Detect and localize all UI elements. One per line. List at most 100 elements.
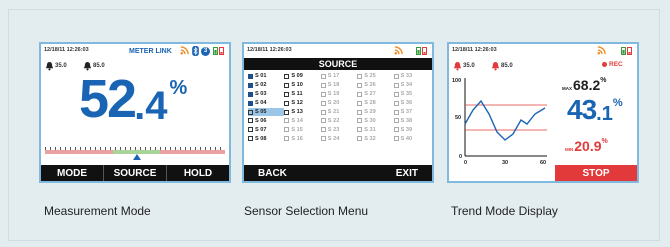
sensor-option[interactable]: S 08 — [248, 134, 284, 143]
sensor-checkbox[interactable] — [248, 82, 253, 88]
sensor-option[interactable]: S 14 — [284, 116, 320, 125]
sensor-option[interactable]: S 16 — [284, 134, 320, 143]
sensor-option[interactable]: S 02 — [248, 81, 284, 90]
sensor-option[interactable]: S 15 — [284, 125, 320, 134]
sensor-checkbox[interactable] — [248, 100, 253, 106]
sensor-option[interactable]: S 30 — [357, 116, 393, 125]
sensor-checkbox[interactable] — [357, 118, 363, 124]
sensor-checkbox[interactable] — [393, 91, 399, 97]
sensor-checkbox[interactable] — [284, 118, 290, 124]
sensor-checkbox[interactable] — [248, 136, 253, 142]
sensor-checkbox[interactable] — [357, 127, 363, 133]
sensor-option[interactable]: S 38 — [393, 116, 430, 125]
sensor-checkbox[interactable] — [320, 91, 326, 97]
sensor-option[interactable]: S 28 — [357, 99, 393, 108]
sensor-option[interactable]: S 06 — [248, 116, 284, 125]
sensor-checkbox[interactable] — [248, 73, 253, 79]
sensor-option[interactable]: S 23 — [320, 125, 357, 134]
sensor-option[interactable]: S 10 — [284, 81, 320, 90]
sensor-label: S 40 — [400, 135, 413, 142]
sensor-checkbox[interactable] — [357, 109, 363, 115]
sensor-checkbox[interactable] — [284, 100, 290, 106]
sensor-checkbox[interactable] — [284, 136, 290, 142]
sensor-checkbox[interactable] — [320, 100, 326, 106]
back-button[interactable]: BACK — [244, 165, 338, 181]
sensor-option[interactable]: S 35 — [393, 90, 430, 99]
sensor-option[interactable]: S 33 — [393, 72, 430, 81]
alarm-high-value: 85.0 — [501, 63, 513, 69]
sensor-label: S 14 — [291, 117, 303, 124]
sensor-checkbox[interactable] — [284, 73, 290, 79]
sensor-label: S 27 — [364, 91, 376, 98]
source-button[interactable]: SOURCE — [103, 165, 166, 181]
sensor-checkbox[interactable] — [357, 73, 363, 79]
sensor-checkbox[interactable] — [320, 73, 326, 79]
hold-button[interactable]: HOLD — [166, 165, 229, 181]
sensor-option[interactable]: S 34 — [393, 81, 430, 90]
sensor-option[interactable]: S 32 — [357, 134, 393, 143]
sensor-checkbox[interactable] — [393, 73, 399, 79]
sensor-checkbox[interactable] — [320, 109, 326, 115]
sensor-option[interactable]: S 39 — [393, 125, 430, 134]
sensor-option[interactable]: S 36 — [393, 99, 430, 108]
sensor-checkbox[interactable] — [284, 91, 290, 97]
sensor-label: S 12 — [291, 100, 303, 107]
sensor-checkbox[interactable] — [393, 118, 399, 124]
sensor-checkbox[interactable] — [284, 109, 290, 115]
sensor-checkbox[interactable] — [357, 82, 363, 88]
mode-button[interactable]: MODE — [41, 165, 103, 181]
sensor-option[interactable]: S 17 — [320, 72, 357, 81]
sensor-option[interactable]: S 12 — [284, 99, 320, 108]
sensor-checkbox[interactable] — [284, 82, 290, 88]
sensor-label: S 20 — [327, 100, 340, 107]
sensor-option[interactable]: S 27 — [357, 90, 393, 99]
sensor-option[interactable]: S 26 — [357, 81, 393, 90]
sensor-checkbox[interactable] — [393, 109, 399, 115]
sensor-option[interactable]: S 19 — [320, 90, 357, 99]
sensor-checkbox[interactable] — [248, 118, 253, 124]
sensor-option[interactable]: S 40 — [393, 134, 430, 143]
sensor-option[interactable]: S 09 — [284, 72, 320, 81]
sensor-checkbox[interactable] — [357, 100, 363, 106]
sensor-option[interactable]: S 11 — [284, 90, 320, 99]
sensor-checkbox[interactable] — [357, 136, 363, 142]
sensor-option[interactable]: S 18 — [320, 81, 357, 90]
sensor-label: S 06 — [255, 117, 267, 124]
sensor-option[interactable]: S 20 — [320, 99, 357, 108]
sensor-option[interactable]: S 05 — [248, 107, 285, 117]
sensor-label: S 01 — [255, 73, 267, 80]
sensor-checkbox[interactable] — [284, 127, 290, 133]
sensor-checkbox[interactable] — [393, 136, 399, 142]
sensor-checkbox[interactable] — [393, 127, 399, 133]
sensor-option[interactable]: S 03 — [248, 90, 284, 99]
sensor-option[interactable]: S 21 — [320, 108, 357, 117]
sensor-label: S 24 — [327, 135, 340, 142]
sensor-label: S 13 — [291, 109, 303, 115]
sensor-checkbox[interactable] — [248, 91, 253, 97]
exit-button[interactable]: EXIT — [338, 165, 432, 181]
sensor-option[interactable]: S 24 — [320, 134, 357, 143]
sensor-checkbox[interactable] — [320, 136, 326, 142]
sensor-checkbox[interactable] — [320, 118, 326, 124]
sensor-checkbox[interactable] — [393, 100, 399, 106]
sensor-option[interactable]: S 13 — [284, 108, 320, 117]
sensor-checkbox[interactable] — [393, 82, 399, 88]
sensor-option[interactable]: S 37 — [393, 108, 430, 117]
current-readout: 43 .1 % — [567, 94, 623, 125]
sensor-checkbox[interactable] — [248, 127, 253, 133]
sensor-checkbox[interactable] — [357, 91, 363, 97]
sensor-option[interactable]: S 01 — [248, 72, 284, 81]
stop-button[interactable]: STOP — [555, 165, 637, 181]
sensor-option[interactable]: S 31 — [357, 125, 393, 134]
sensor-checkbox[interactable] — [320, 82, 326, 88]
sensor-option[interactable]: S 22 — [320, 116, 357, 125]
sensor-checkbox[interactable] — [248, 109, 253, 115]
current-integer: 43 — [567, 94, 597, 125]
sensor-option[interactable]: S 29 — [357, 108, 393, 117]
sensor-option[interactable]: S 07 — [248, 125, 284, 134]
sensor-option[interactable]: S 25 — [357, 72, 393, 81]
sensor-label: S 04 — [255, 100, 267, 107]
y-tick: 50 — [455, 115, 461, 121]
sensor-checkbox[interactable] — [320, 127, 326, 133]
sensor-option[interactable]: S 04 — [248, 99, 284, 108]
